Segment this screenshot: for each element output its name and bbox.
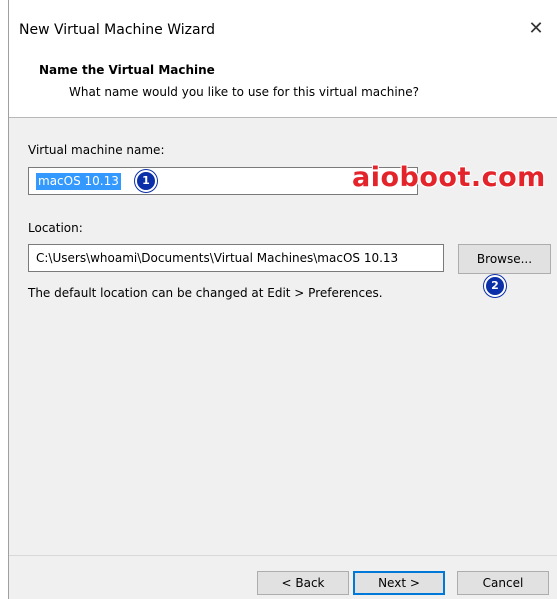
title-bar: New Virtual Machine Wizard ✕	[9, 0, 557, 62]
location-label: Location:	[28, 221, 83, 235]
watermark-logo: aioboot.com	[352, 162, 546, 193]
location-input[interactable]: C:\Users\whoami\Documents\Virtual Machin…	[28, 244, 444, 272]
window-title: New Virtual Machine Wizard	[19, 22, 215, 38]
vm-name-label: Virtual machine name:	[28, 143, 165, 157]
back-button[interactable]: < Back	[257, 571, 349, 595]
page-title: Name the Virtual Machine	[39, 63, 215, 77]
location-hint: The default location can be changed at E…	[28, 286, 383, 300]
footer-divider	[9, 555, 557, 556]
close-icon[interactable]: ✕	[526, 18, 546, 40]
next-button[interactable]: Next >	[353, 571, 445, 595]
new-vm-wizard-dialog: New Virtual Machine Wizard ✕ Name the Vi…	[8, 0, 557, 599]
page-subtitle: What name would you like to use for this…	[69, 85, 420, 99]
step-1-badge: 1	[135, 170, 157, 192]
wizard-header: Name the Virtual Machine What name would…	[9, 55, 557, 118]
vm-name-selected-text: macOS 10.13	[36, 173, 121, 190]
browse-button[interactable]: Browse...	[458, 244, 551, 274]
step-2-badge: 2	[484, 275, 506, 297]
cancel-button[interactable]: Cancel	[457, 571, 549, 595]
